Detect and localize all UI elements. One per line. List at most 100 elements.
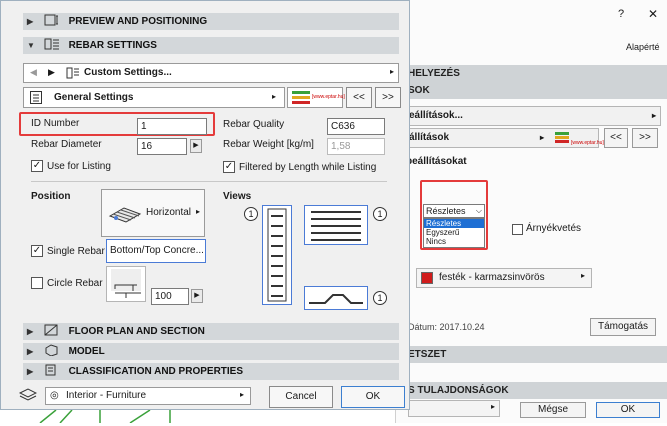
bg-settings-button[interactable]: eállítások... ▸	[406, 106, 661, 126]
id-number-field[interactable]: 1	[137, 118, 207, 135]
shadow-checkbox[interactable]	[512, 224, 523, 235]
bg-settings-label-2: állítások	[409, 132, 450, 143]
dropdown-list: Részletes Egyszerű Nincs	[423, 218, 485, 248]
rebar-weight-field[interactable]: 1,58	[327, 138, 385, 155]
circle-value-field[interactable]: 100	[151, 288, 189, 305]
view-section-preview[interactable]	[304, 286, 368, 310]
floor-plan-icon	[44, 324, 60, 336]
rebar-settings-dialog: ▶ PREVIEW AND POSITIONING ▼ REBAR SETTIN…	[0, 0, 410, 410]
dropdown-option[interactable]: Részletes	[424, 219, 484, 228]
view-top-preview[interactable]	[304, 205, 368, 245]
dropdown-option[interactable]: Nincs	[424, 237, 484, 246]
cancel-button[interactable]: Cancel	[269, 386, 333, 408]
layer-value: Interior - Furniture	[66, 390, 147, 401]
prev-arrow-icon: ◀	[30, 67, 37, 77]
close-button[interactable]: ✕	[648, 7, 658, 21]
layer-dropdown[interactable]: ◎ Interior - Furniture ▸	[45, 387, 251, 405]
divider	[31, 181, 387, 182]
layer-icon	[18, 387, 38, 404]
chevron-down-icon: ⌵	[475, 206, 482, 215]
chevron-right-icon: ▸	[271, 92, 276, 101]
rebar-quality-field[interactable]: C636	[327, 118, 385, 135]
bg-ok-button[interactable]: OK	[596, 402, 660, 418]
bg-settings-button-2[interactable]: állítások ▸ [www.eptar.hu]	[406, 128, 604, 148]
use-for-listing-checkbox[interactable]: ✓	[31, 160, 43, 172]
rebar-weight-label: Rebar Weight [kg/m]	[223, 139, 314, 150]
view-side-preview[interactable]	[262, 205, 292, 305]
brand-text: [www.eptar.hu]	[312, 94, 345, 100]
section-model[interactable]: ▶ MODEL	[23, 343, 399, 360]
chevron-right-icon: ▸	[195, 207, 200, 216]
section-model-label: MODEL	[68, 346, 105, 357]
prev-settings-button[interactable]: <<	[346, 87, 372, 108]
rebar-settings-icon	[44, 38, 60, 50]
document-icon	[30, 91, 42, 104]
single-rebar-label: Single Rebar	[47, 246, 105, 257]
bg-next-button[interactable]: >>	[632, 128, 658, 148]
custom-settings-icon	[66, 67, 80, 79]
section-rebar-settings[interactable]: ▼ REBAR SETTINGS	[23, 37, 399, 54]
bg-section-bar: HELYEZÉS	[406, 65, 667, 82]
bg-checkbox-label: beállításokat	[406, 156, 467, 167]
chevron-right-icon: ▸	[239, 390, 244, 399]
view-badge[interactable]: 1	[373, 291, 387, 305]
ok-button[interactable]: OK	[341, 386, 405, 408]
next-arrow-icon: ▶	[48, 67, 55, 77]
general-settings-label: General Settings	[54, 92, 134, 103]
chevron-right-icon: ▸	[539, 133, 544, 142]
dropdown-option[interactable]: Egyszerű	[424, 228, 484, 237]
circle-picker-button[interactable]: ▶	[191, 289, 203, 303]
horizontal-rebar-icon	[108, 198, 142, 231]
material-label: festék - karmazsinvörös	[439, 272, 545, 283]
next-settings-button[interactable]: >>	[375, 87, 401, 108]
section-rebar-label: REBAR SETTINGS	[68, 40, 157, 51]
single-rebar-dropdown[interactable]: Bottom/Top Concre...	[106, 239, 206, 263]
bg-section-bar: ETSZET	[406, 346, 667, 363]
section-classification[interactable]: ▶ CLASSIFICATION AND PROPERTIES	[23, 363, 399, 380]
use-for-listing-label: Use for Listing	[47, 161, 111, 172]
preview-icon	[44, 14, 60, 26]
bg-dropdown[interactable]: ▸	[408, 400, 500, 417]
section-preview-label: PREVIEW AND POSITIONING	[68, 16, 208, 27]
background-dialog: ? ✕ Alapérté HELYEZÉS SOK eállítások... …	[395, 0, 667, 423]
material-picker[interactable]: festék - karmazsinvörös ▸	[416, 268, 592, 288]
section-preview[interactable]: ▶ PREVIEW AND POSITIONING	[23, 13, 399, 30]
bg-prev-button[interactable]: <<	[604, 128, 628, 148]
dropdown-value: Részletes	[426, 206, 466, 216]
canvas-area[interactable]	[0, 409, 395, 424]
general-settings-bar[interactable]: General Settings ▸	[23, 87, 285, 108]
diameter-picker-button[interactable]: ▶	[190, 139, 202, 153]
chevron-right-icon: ▸	[651, 111, 656, 120]
circle-rebar-diagram	[106, 266, 146, 302]
detail-dropdown[interactable]: Részletes ⌵	[423, 204, 485, 218]
custom-settings-bar[interactable]: ◀ ▶ Custom Settings... ▸	[23, 63, 399, 83]
filtered-checkbox[interactable]: ✓	[223, 161, 235, 173]
triangle-right-icon: ▶	[27, 17, 34, 26]
classification-icon	[44, 364, 60, 376]
model-icon	[44, 344, 60, 357]
eptar-logo-icon: [www.eptar.hu]	[287, 87, 345, 108]
single-rebar-checkbox[interactable]: ✓	[31, 245, 43, 257]
material-swatch	[421, 272, 433, 284]
default-link[interactable]: Alapérté	[626, 42, 660, 52]
view-badge[interactable]: 1	[373, 207, 387, 221]
shadow-label: Árnyékvetés	[526, 223, 582, 234]
rebar-diameter-field[interactable]: 16	[137, 138, 187, 155]
triangle-right-icon: ▶	[27, 367, 34, 376]
views-label: Views	[223, 191, 252, 202]
triangle-down-icon: ▼	[27, 41, 35, 50]
date-label: Dátum: 2017.10.24	[408, 322, 485, 332]
view-badge[interactable]: 1	[244, 207, 258, 221]
triangle-right-icon: ▶	[27, 347, 34, 356]
bg-cancel-button[interactable]: Mégse	[520, 402, 586, 418]
eye-icon: ◎	[50, 390, 59, 401]
brand-text: [www.eptar.hu]	[571, 140, 604, 146]
help-button[interactable]: ?	[618, 8, 624, 20]
chevron-right-icon: ▸	[490, 402, 495, 411]
position-selector[interactable]: Horizontal ▸	[101, 189, 205, 237]
section-classification-label: CLASSIFICATION AND PROPERTIES	[68, 366, 244, 377]
circle-rebar-checkbox[interactable]	[31, 277, 43, 289]
support-button[interactable]: Támogatás	[590, 318, 656, 336]
id-number-label: ID Number	[31, 118, 80, 129]
section-floor-plan[interactable]: ▶ FLOOR PLAN AND SECTION	[23, 323, 399, 340]
